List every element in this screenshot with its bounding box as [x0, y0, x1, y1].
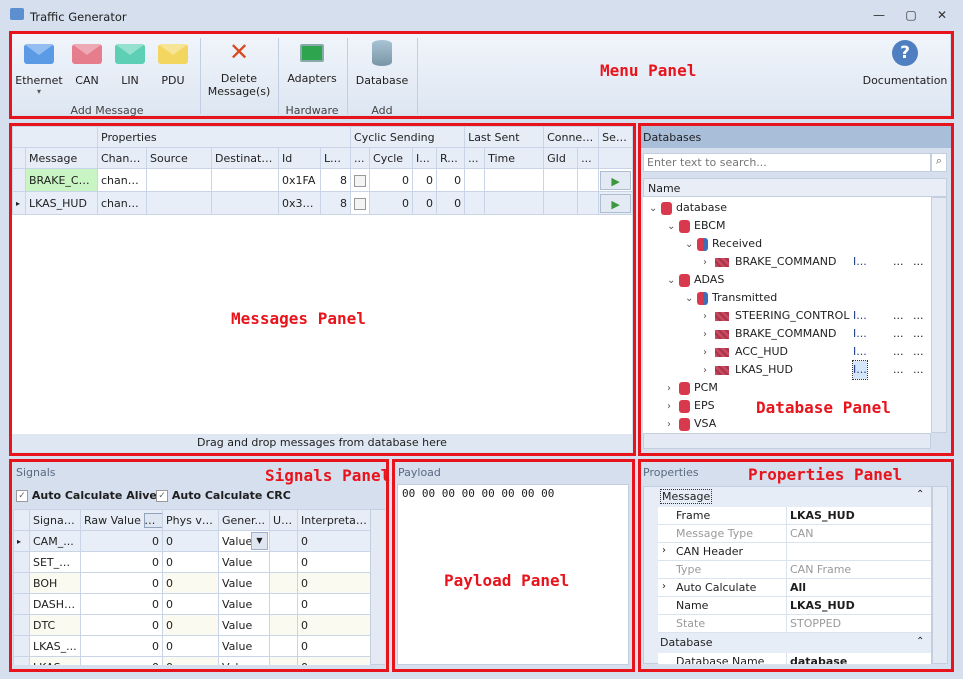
- payload-panel-outline: [392, 459, 635, 672]
- title-bar: Traffic Generator — ▢ ✕: [0, 0, 963, 30]
- properties-panel-annotation: Properties Panel: [748, 465, 903, 484]
- window-title: Traffic Generator: [30, 10, 127, 24]
- properties-panel-outline: [638, 459, 954, 672]
- signals-panel-annotation: Signals Panel: [265, 466, 391, 485]
- signals-panel-outline: [9, 459, 389, 672]
- database-panel-annotation: Database Panel: [756, 398, 891, 417]
- payload-panel-annotation: Payload Panel: [444, 571, 570, 590]
- minimize-button[interactable]: —: [871, 8, 887, 24]
- menu-panel-outline: [9, 31, 954, 119]
- messages-panel-outline: [9, 123, 636, 456]
- menu-panel-annotation: Menu Panel: [600, 61, 697, 80]
- messages-panel-annotation: Messages Panel: [231, 309, 366, 328]
- maximize-button[interactable]: ▢: [903, 8, 919, 24]
- close-button[interactable]: ✕: [934, 8, 950, 24]
- app-icon: [10, 8, 24, 20]
